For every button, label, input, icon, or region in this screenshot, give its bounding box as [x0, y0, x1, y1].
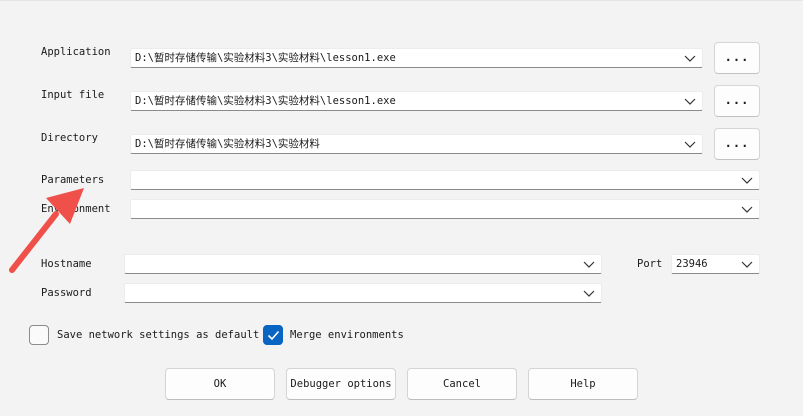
checkmark-icon — [267, 330, 280, 341]
environment-combo[interactable] — [130, 199, 760, 219]
hostname-combo[interactable] — [124, 254, 602, 274]
password-combo[interactable] — [124, 283, 602, 303]
application-label: Application — [41, 46, 111, 58]
input-file-browse-button[interactable]: ... — [714, 85, 760, 117]
directory-combo[interactable]: D:\暂时存储传输\实验材料3\实验材料 — [130, 134, 703, 154]
chevron-down-icon — [684, 141, 696, 148]
directory-label: Directory — [41, 132, 98, 144]
help-button[interactable]: Help — [528, 368, 638, 400]
port-combo[interactable]: 23946 — [671, 254, 760, 274]
environment-label: Environment — [41, 203, 111, 215]
parameters-combo[interactable] — [130, 170, 760, 190]
chevron-down-icon — [684, 55, 696, 62]
directory-value: D:\暂时存储传输\实验材料3\实验材料 — [135, 138, 320, 150]
chevron-down-icon — [741, 177, 753, 184]
chevron-down-icon — [583, 261, 595, 268]
cancel-button[interactable]: Cancel — [407, 368, 517, 400]
hostname-label: Hostname — [41, 258, 92, 270]
merge-environments-label[interactable]: Merge environments — [290, 329, 404, 341]
parameters-label: Parameters — [41, 174, 105, 186]
ok-button[interactable]: OK — [165, 368, 275, 400]
save-network-label[interactable]: Save network settings as default — [57, 329, 259, 341]
chevron-down-icon — [741, 261, 753, 268]
input-file-value: D:\暂时存储传输\实验材料3\实验材料\lesson1.exe — [135, 95, 396, 107]
application-value: D:\暂时存储传输\实验材料3\实验材料\lesson1.exe — [135, 52, 396, 64]
input-file-combo[interactable]: D:\暂时存储传输\实验材料3\实验材料\lesson1.exe — [130, 91, 703, 111]
directory-browse-button[interactable]: ... — [714, 128, 760, 160]
port-label: Port — [637, 258, 663, 270]
port-value: 23946 — [676, 258, 708, 270]
input-file-label: Input file — [41, 89, 105, 101]
application-browse-button[interactable]: ... — [714, 42, 760, 74]
application-combo[interactable]: D:\暂时存储传输\实验材料3\实验材料\lesson1.exe — [130, 48, 703, 68]
debugger-options-button[interactable]: Debugger options — [286, 368, 396, 400]
top-divider — [0, 0, 803, 1]
chevron-down-icon — [741, 206, 753, 213]
save-network-checkbox[interactable] — [29, 325, 49, 345]
password-label: Password — [41, 287, 92, 299]
merge-environments-checkbox[interactable] — [263, 325, 283, 345]
chevron-down-icon — [684, 98, 696, 105]
chevron-down-icon — [583, 290, 595, 297]
